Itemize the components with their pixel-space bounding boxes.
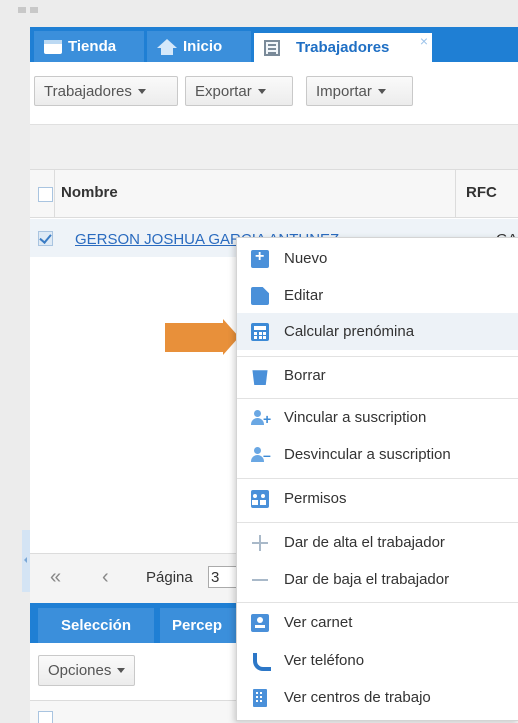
menu-divider (237, 522, 518, 523)
sheet-icon (264, 39, 280, 56)
menu-item-ver-carnet[interactable]: Ver carnet (237, 604, 518, 641)
menu-item-label: Desvincular a suscription (284, 446, 451, 463)
button-label: Opciones (48, 662, 112, 679)
new-icon (251, 248, 269, 268)
menu-item-ver-centros[interactable]: Ver centros de trabajo (237, 679, 518, 716)
menu-item-label: Dar de baja el trabajador (284, 571, 450, 588)
menu-item-ver-telefono[interactable]: Ver teléfono (237, 642, 518, 679)
id-card-icon (251, 614, 269, 632)
menu-item-borrar[interactable]: Borrar (237, 357, 518, 394)
menu-item-editar[interactable]: Editar (237, 277, 518, 314)
menu-item-label: Permisos (284, 490, 347, 507)
phone-icon (251, 652, 271, 671)
chevron-down-icon (117, 668, 126, 673)
minus-icon (251, 571, 269, 589)
top-tab-bar: Tienda Inicio Trabajadores × (30, 27, 518, 62)
tab-trabajadores[interactable]: Trabajadores × (254, 31, 432, 62)
tab-label: Tienda (68, 38, 117, 55)
menu-item-label: Borrar (284, 367, 326, 384)
menu-divider (237, 478, 518, 479)
store-icon (44, 39, 62, 54)
menu-item-label: Editar (284, 287, 324, 304)
toolbar: Trabajadores Exportar Importar (30, 62, 518, 124)
plus-icon (251, 534, 269, 552)
close-icon[interactable]: × (420, 33, 428, 49)
menu-item-label: Ver centros de trabajo (284, 689, 431, 706)
menu-item-dar-de-alta[interactable]: Dar de alta el trabajador (237, 524, 518, 561)
person-add-icon: + (251, 409, 271, 427)
menu-item-vincular[interactable]: + Vincular a suscription (237, 399, 518, 436)
menu-item-label: Calcular prenómina (284, 323, 415, 340)
top-edge-fragment (18, 0, 58, 13)
edit-icon (251, 287, 269, 305)
grid-header: Nombre RFC (30, 169, 518, 218)
chevron-down-icon (137, 88, 146, 94)
row-checkbox[interactable] (38, 231, 53, 246)
building-icon (253, 689, 267, 707)
menu-item-dar-de-baja[interactable]: Dar de baja el trabajador (237, 561, 518, 598)
menu-item-label: Nuevo (284, 250, 328, 267)
tab-label: Inicio (183, 38, 223, 55)
column-header-nombre[interactable]: Nombre (61, 184, 118, 201)
menu-item-label: Dar de alta el trabajador (284, 534, 445, 551)
collapse-handle[interactable] (22, 530, 30, 592)
button-label: Trabajadores (44, 82, 132, 100)
menu-divider (237, 602, 518, 603)
filter-strip (30, 124, 518, 169)
tab-inicio[interactable]: Inicio (147, 31, 251, 62)
column-header-rfc[interactable]: RFC (466, 184, 497, 201)
menu-item-label: Vincular a suscription (284, 409, 427, 426)
calculator-icon (251, 323, 269, 341)
person-remove-icon: – (251, 446, 271, 464)
menu-item-nuevo[interactable]: Nuevo (237, 240, 518, 277)
menu-item-label: Ver carnet (284, 614, 353, 631)
page-label: Página (146, 569, 193, 586)
tab-label: Trabajadores (296, 39, 390, 56)
exportar-menu-button[interactable]: Exportar (185, 76, 293, 106)
chevron-down-icon (377, 88, 386, 94)
tab-tienda[interactable]: Tienda (34, 31, 144, 62)
menu-item-calcular-prenomina[interactable]: Calcular prenómina (237, 313, 518, 350)
select-all-checkbox[interactable] (38, 711, 53, 723)
column-divider (54, 170, 55, 218)
column-divider (455, 170, 456, 218)
context-menu: Nuevo Editar Calcular prenómina Borrar +… (236, 237, 518, 721)
importar-menu-button[interactable]: Importar (306, 76, 413, 106)
select-all-checkbox[interactable] (38, 187, 53, 202)
tab-seleccion[interactable]: Selección (38, 608, 154, 643)
trash-icon (252, 370, 268, 385)
home-icon (157, 39, 177, 55)
menu-item-desvincular[interactable]: – Desvincular a suscription (237, 436, 518, 473)
highlight-arrow (165, 323, 223, 352)
first-page-icon[interactable]: « (50, 566, 61, 589)
permissions-icon (251, 490, 269, 508)
button-label: Exportar (195, 82, 252, 100)
opciones-menu-button[interactable]: Opciones (38, 655, 136, 686)
trabajadores-menu-button[interactable]: Trabajadores (34, 76, 178, 106)
previous-page-icon[interactable]: ‹ (102, 566, 109, 589)
chevron-down-icon (257, 88, 266, 94)
menu-item-permisos[interactable]: Permisos (237, 480, 518, 517)
button-label: Importar (316, 82, 372, 100)
menu-item-label: Ver teléfono (284, 652, 365, 669)
